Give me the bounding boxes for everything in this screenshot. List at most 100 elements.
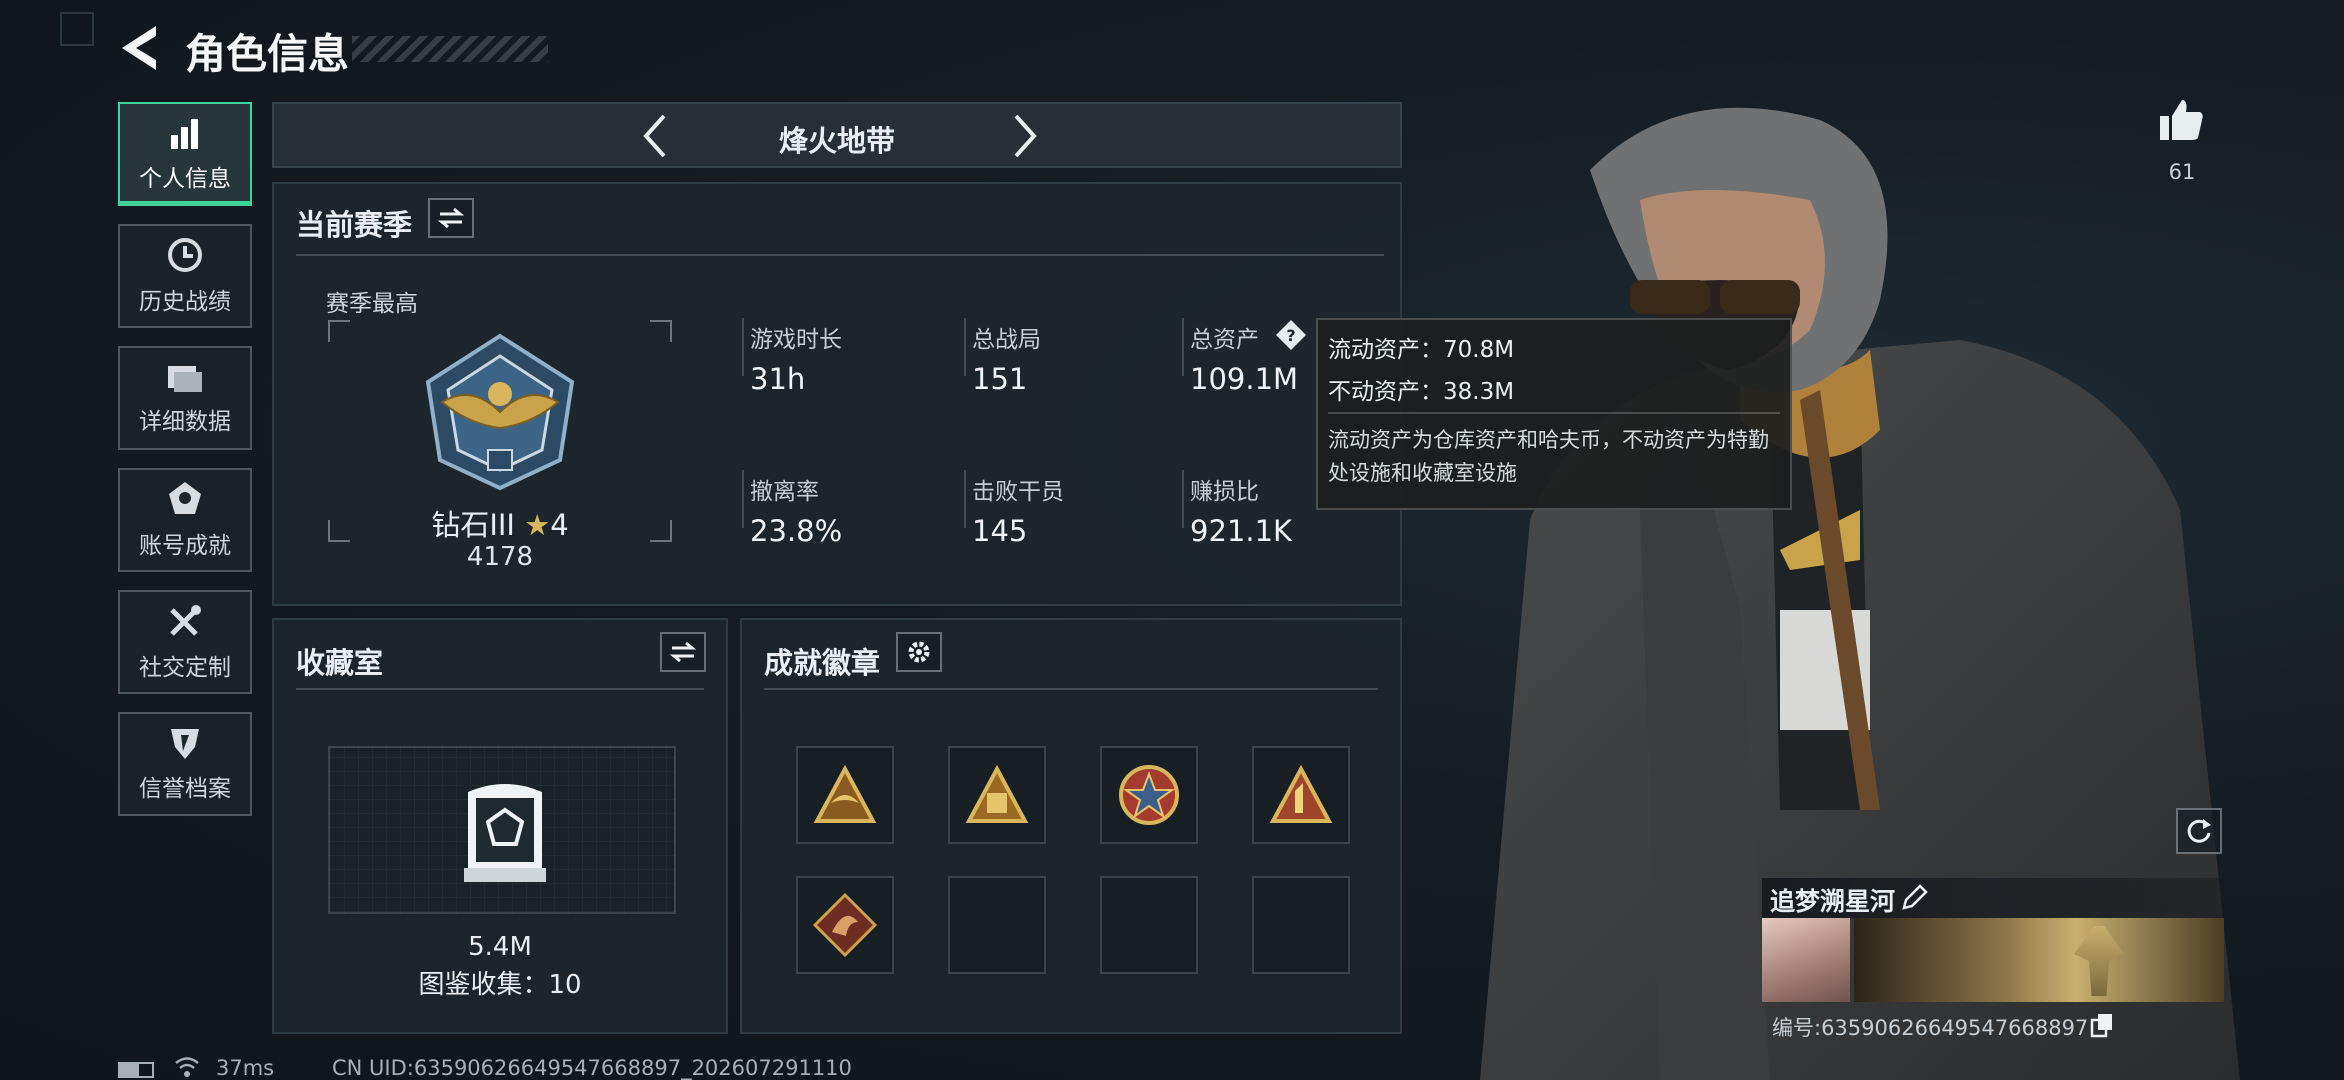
rank-name: 钻石III — [431, 508, 515, 542]
next-mode-button[interactable] — [1002, 112, 1048, 160]
badge-slot-4[interactable] — [1252, 746, 1350, 844]
badge-slot-5[interactable] — [796, 876, 894, 974]
player-name-row: 追梦溯星河 — [1762, 878, 2224, 918]
stat-label-extract-rate: 撤离率 — [750, 479, 819, 505]
refresh-button[interactable] — [2176, 808, 2222, 854]
collection-switch-button[interactable] — [660, 632, 706, 672]
season-best-label: 赛季最高 — [326, 291, 418, 317]
dragon-diamond-badge-icon — [812, 892, 878, 958]
copy-id-button[interactable] — [2090, 1012, 2114, 1038]
tooltip-fixed-assets: 不动资产：38.3M — [1328, 379, 1515, 405]
star-icon: ★ — [524, 508, 551, 542]
bar-chart-icon — [171, 119, 198, 149]
triangle-bird-badge-icon — [813, 765, 877, 823]
title-stripes — [352, 36, 548, 62]
assets-help-icon[interactable]: ? — [1274, 318, 1308, 352]
corner-decoration — [60, 12, 94, 46]
sidebar-item-label: 信誉档案 — [139, 776, 231, 802]
divider — [296, 688, 704, 690]
refresh-icon — [2187, 819, 2211, 843]
sidebar-item-detail-data[interactable]: 详细数据 — [118, 346, 252, 450]
back-arrow-icon — [122, 26, 156, 70]
badge-slot-3[interactable] — [1100, 746, 1198, 844]
stat-value-profit-ratio: 921.1K — [1190, 514, 1293, 548]
sidebar-item-label: 详细数据 — [139, 409, 231, 435]
ping-text: 37ms — [216, 1056, 275, 1080]
triangle-hand-badge-icon — [965, 765, 1029, 823]
collection-panel: 收藏室 5.4M 图鉴收集：10 — [272, 618, 728, 1034]
player-banner[interactable] — [1854, 918, 2224, 1002]
achievements-settings-button[interactable] — [896, 632, 942, 672]
stat-separator — [1182, 470, 1184, 528]
display-case-icon — [464, 784, 546, 882]
uid-text: CN UID:6359062664954766889​7_20260729111… — [332, 1056, 852, 1080]
stat-separator — [964, 318, 966, 376]
swap-icon — [670, 641, 696, 663]
history-clock-icon — [168, 238, 202, 272]
battery-icon — [118, 1062, 154, 1078]
stat-value-extract-rate: 23.8% — [750, 514, 843, 548]
badge-slot-8[interactable] — [1252, 876, 1350, 974]
sidebar-item-history[interactable]: 历史战绩 — [118, 224, 252, 328]
sidebar-item-label: 账号成就 — [139, 533, 231, 559]
swap-icon — [438, 207, 464, 229]
player-avatar[interactable] — [1762, 918, 1850, 1002]
stat-separator — [1182, 318, 1184, 376]
badge-slot-6[interactable] — [948, 876, 1046, 974]
achievements-title: 成就徽章 — [764, 646, 881, 680]
rank-label-row: 钻石III ★4 — [328, 502, 672, 544]
edit-name-button[interactable] — [1900, 884, 1928, 912]
collection-title: 收藏室 — [296, 646, 384, 680]
divider — [764, 688, 1378, 690]
chevron-right-icon — [1014, 114, 1037, 158]
mode-title: 烽火地带 — [778, 124, 895, 158]
copy-icon — [2090, 1014, 2112, 1038]
rank-stars: 4 — [550, 508, 569, 542]
medal-icon — [169, 482, 201, 514]
question-icon: ? — [1276, 320, 1306, 350]
stat-label-matches: 总战局 — [972, 327, 1041, 353]
page-title: 角色信息 — [185, 30, 349, 78]
diamond-rank-emblem-icon — [425, 333, 575, 491]
player-card: 追梦溯星河 编号:6359062664954766889​7 — [1762, 878, 2224, 1050]
sidebar-item-social[interactable]: 社交定制 — [118, 590, 252, 694]
player-name: 追梦溯星河 — [1770, 887, 1896, 916]
sidebar-item-achievements[interactable]: 账号成就 — [118, 468, 252, 572]
rank-score: 4178 — [466, 542, 534, 572]
badge-slot-2[interactable] — [948, 746, 1046, 844]
sidebar-item-label: 社交定制 — [139, 655, 231, 681]
divider — [296, 254, 1384, 256]
stat-separator — [742, 318, 744, 376]
triangle-horn-badge-icon — [1269, 765, 1333, 823]
tooltip-description: 流动资产为仓库资产和哈夫币，不动资产为特勤处设施和收藏室设施 — [1328, 428, 1769, 485]
back-button[interactable] — [118, 22, 162, 74]
svg-text:?: ? — [1286, 326, 1295, 345]
player-id: 编号:6359062664954766889​7 — [1772, 1016, 2089, 1040]
tooltip-liquid-assets: 流动资产：70.8M — [1328, 337, 1515, 363]
like-button[interactable] — [2158, 96, 2206, 144]
sidebar-item-label: 历史战绩 — [139, 289, 231, 315]
wifi-icon — [175, 1057, 199, 1077]
tooltip-divider — [1328, 412, 1780, 414]
stat-label-assets: 总资产 — [1190, 327, 1259, 353]
pencil-icon — [1902, 884, 1928, 910]
like-count: 61 — [2168, 160, 2196, 184]
sidebar-item-reputation[interactable]: 信誉档案 — [118, 712, 252, 816]
stat-value-kills: 145 — [972, 514, 1028, 548]
collection-codex: 图鉴收集：10 — [418, 970, 582, 1000]
collection-value: 5.4M — [468, 932, 532, 962]
season-panel: 当前赛季 赛季最高 钻石III ★4 4178 游戏时长 31h 总战局 151… — [272, 182, 1402, 606]
collection-preview[interactable] — [328, 746, 676, 914]
mode-selector: 烽火地带 — [272, 102, 1402, 168]
season-switch-button[interactable] — [428, 198, 474, 238]
sidebar-item-label: 个人信息 — [139, 166, 231, 192]
sidebar-item-personal-info[interactable]: 个人信息 — [118, 102, 252, 206]
stat-separator — [742, 470, 744, 528]
tools-icon — [170, 605, 201, 636]
badge-slot-1[interactable] — [796, 746, 894, 844]
gear-icon — [908, 641, 930, 663]
badge-slot-7[interactable] — [1100, 876, 1198, 974]
stat-separator — [964, 470, 966, 528]
achievements-panel: 成就徽章 — [740, 618, 1402, 1034]
assets-tooltip: 流动资产：70.8M 不动资产：38.3M 流动资产为仓库资产和哈夫币，不动资产… — [1316, 318, 1792, 510]
